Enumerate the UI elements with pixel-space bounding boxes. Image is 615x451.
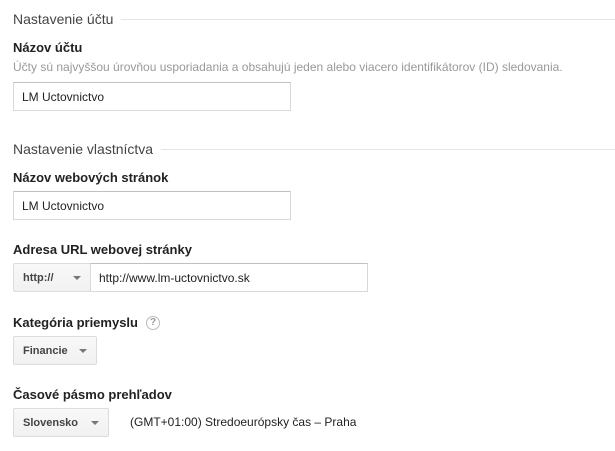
account-settings-heading: Nastavenie účtu [13,10,122,28]
account-name-hint: Účty sú najvyššou úrovňou usporiadania a… [13,60,563,74]
website-name-input[interactable] [13,191,291,220]
website-name-label: Názov webových stránok [13,170,169,185]
industry-category-dropdown[interactable]: Financie [13,336,97,365]
protocol-dropdown-value: http:// [23,271,54,284]
account-setup-form: Nastavenie účtu Názov účtu Účty sú najvy… [0,0,615,451]
account-name-label: Názov účtu [13,40,83,55]
industry-category-value: Financie [23,344,68,357]
reporting-timezone-label: Časové pásmo prehľadov [13,387,172,402]
website-url-label: Adresa URL webovej stránky [13,242,192,257]
industry-category-label: Kategória priemyslu [13,315,138,330]
chevron-down-icon [73,276,81,280]
help-icon[interactable]: ? [146,316,160,330]
protocol-dropdown[interactable]: http:// [13,263,91,292]
account-name-input[interactable] [13,82,291,111]
timezone-country-dropdown[interactable]: Slovensko [13,408,109,437]
website-url-input[interactable] [90,263,368,292]
chevron-down-icon [79,349,87,353]
timezone-country-value: Slovensko [23,416,79,429]
property-settings-heading: Nastavenie vlastníctva [13,140,162,158]
chevron-down-icon [91,421,99,425]
timezone-description: (GMT+01:00) Stredoeurópsky čas – Praha [130,415,357,429]
